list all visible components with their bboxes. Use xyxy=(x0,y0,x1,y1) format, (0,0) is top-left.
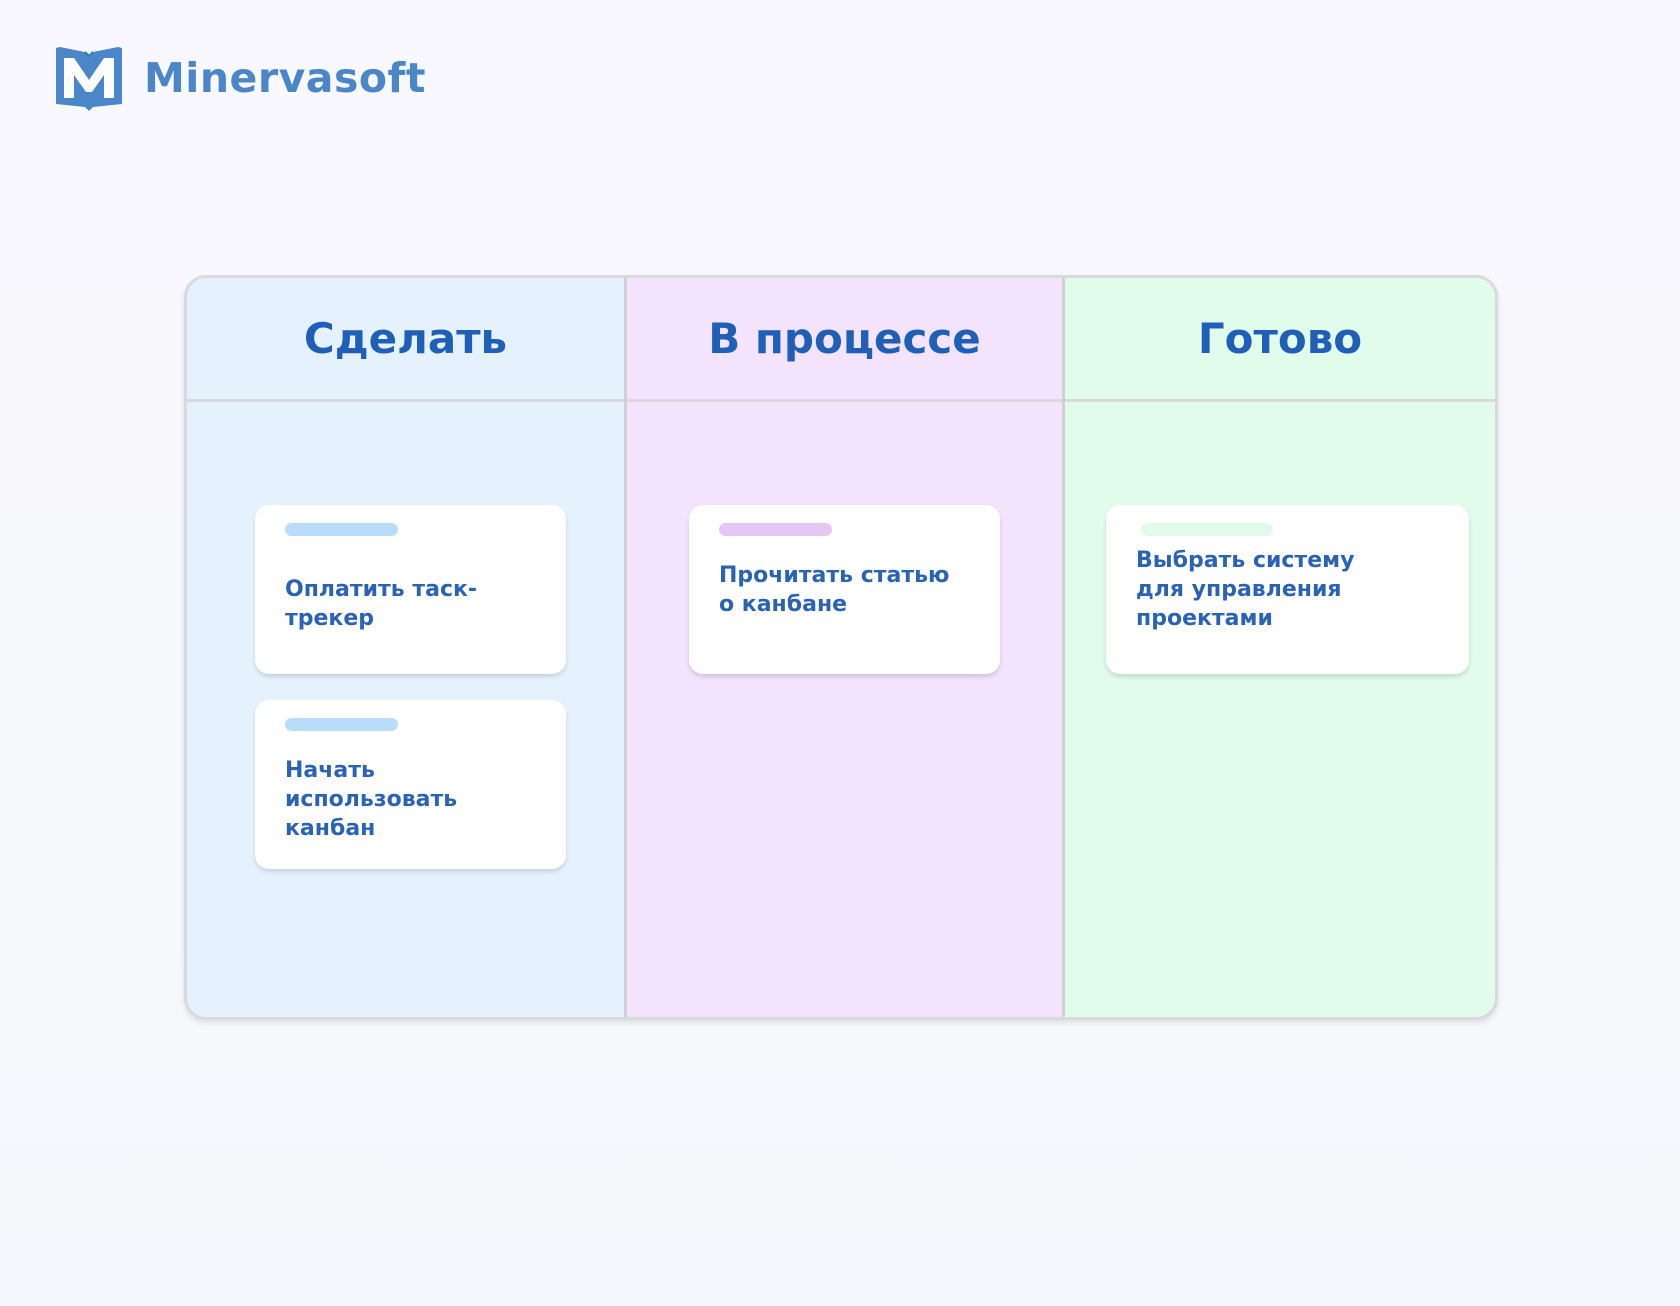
column-title-done: Готово xyxy=(1197,314,1363,363)
task-card[interactable]: Оплатить таск-трекер xyxy=(255,505,566,674)
card-text: Начать использовать канбан xyxy=(285,758,458,841)
column-header-in-progress: В процессе xyxy=(627,278,1062,402)
brand-name: Minervasoft xyxy=(144,54,426,102)
task-card[interactable]: Начать использовать канбан xyxy=(255,700,566,869)
column-done: Готово Выбрать систему для управления пр… xyxy=(1062,278,1495,1017)
book-m-logo-icon xyxy=(56,47,122,111)
task-card[interactable]: Выбрать систему для управления проектами xyxy=(1106,505,1469,674)
card-tag xyxy=(719,523,832,536)
card-tag xyxy=(285,523,398,536)
card-text: Оплатить таск-трекер xyxy=(285,577,478,631)
card-tag xyxy=(285,718,398,731)
card-tag xyxy=(1141,523,1273,536)
column-header-todo: Сделать xyxy=(187,278,624,402)
card-text: Прочитать статью о канбане xyxy=(719,563,950,617)
column-in-progress: В процессе Прочитать статью о канбане xyxy=(624,278,1062,1017)
column-title-in-progress: В процессе xyxy=(708,314,981,363)
kanban-board: Сделать Оплатить таск-трекер Начать испо… xyxy=(184,275,1498,1020)
task-card[interactable]: Прочитать статью о канбане xyxy=(689,505,1000,674)
column-title-todo: Сделать xyxy=(303,314,508,363)
brand-logo: Minervasoft xyxy=(52,44,426,112)
column-todo: Сделать Оплатить таск-трекер Начать испо… xyxy=(187,278,624,1017)
card-text: Выбрать систему для управления проектами xyxy=(1136,548,1355,631)
column-header-done: Готово xyxy=(1065,278,1495,402)
